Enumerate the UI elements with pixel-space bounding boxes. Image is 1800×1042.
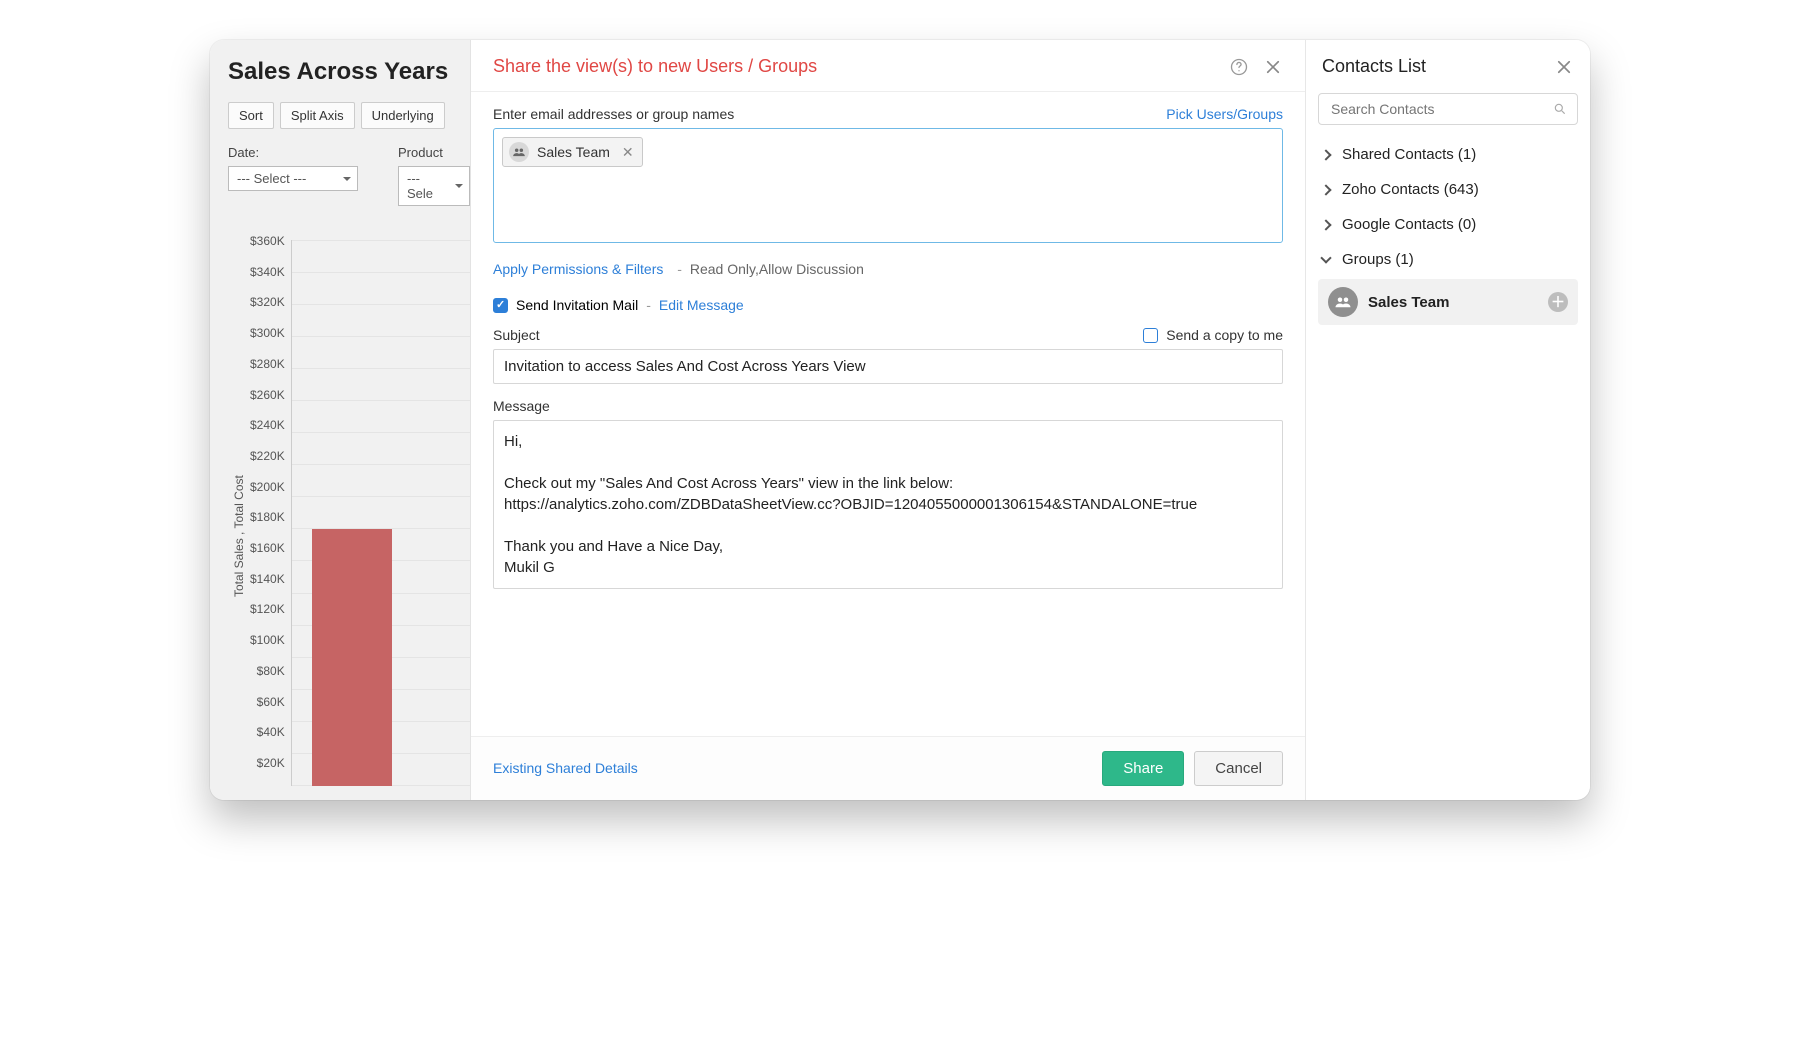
close-icon[interactable] bbox=[1263, 57, 1283, 77]
email-label: Enter email addresses or group names bbox=[493, 106, 734, 122]
chevron-down-icon bbox=[1320, 252, 1331, 263]
ytick: $160K bbox=[250, 533, 291, 563]
ytick: $200K bbox=[250, 472, 291, 502]
group-name: Sales Team bbox=[1368, 294, 1449, 311]
existing-shared-link[interactable]: Existing Shared Details bbox=[493, 760, 638, 776]
sort-button[interactable]: Sort bbox=[228, 102, 274, 129]
recipients-input[interactable]: Sales Team ✕ bbox=[493, 128, 1283, 243]
filter-date-select[interactable]: --- Select --- bbox=[228, 166, 358, 191]
share-header: Share the view(s) to new Users / Groups bbox=[471, 40, 1305, 92]
chart-plot: Total Sales , Total Cost $360K $340K $32… bbox=[228, 226, 470, 786]
permissions-summary: Read Only,Allow Discussion bbox=[690, 261, 864, 277]
plot-area bbox=[291, 240, 470, 786]
ytick: $220K bbox=[250, 441, 291, 471]
send-invitation-row: Send Invitation Mail - Edit Message bbox=[493, 297, 1283, 313]
split-axis-button[interactable]: Split Axis bbox=[280, 102, 355, 129]
ytick: $120K bbox=[250, 594, 291, 624]
chevron-right-icon bbox=[1320, 149, 1331, 160]
search-icon bbox=[1553, 102, 1567, 116]
ytick: $280K bbox=[250, 349, 291, 379]
help-icon[interactable] bbox=[1229, 57, 1249, 77]
chart-yaxis: $360K $340K $320K $300K $280K $260K $240… bbox=[250, 226, 291, 786]
share-button[interactable]: Share bbox=[1102, 751, 1184, 786]
contacts-header: Contacts List bbox=[1306, 40, 1590, 89]
underlying-button[interactable]: Underlying bbox=[361, 102, 445, 129]
ytick: $180K bbox=[250, 502, 291, 532]
send-copy-row: Send a copy to me bbox=[1143, 327, 1283, 343]
subject-label: Subject bbox=[493, 327, 540, 343]
ytick: $340K bbox=[250, 257, 291, 287]
filter-label: Product bbox=[398, 145, 470, 160]
ytick: $240K bbox=[250, 410, 291, 440]
share-title: Share the view(s) to new Users / Groups bbox=[493, 56, 817, 77]
recipient-chip: Sales Team ✕ bbox=[502, 137, 643, 167]
chip-remove-icon[interactable]: ✕ bbox=[618, 144, 634, 161]
chart-bar bbox=[312, 529, 392, 786]
apply-permissions-link[interactable]: Apply Permissions & Filters bbox=[493, 261, 663, 277]
contacts-close-icon[interactable] bbox=[1554, 57, 1574, 77]
contacts-section-zoho[interactable]: Zoho Contacts (643) bbox=[1314, 172, 1582, 207]
ytick: $80K bbox=[250, 656, 291, 686]
filter-label: Date: bbox=[228, 145, 358, 160]
contacts-group-item[interactable]: Sales Team ＋ bbox=[1318, 279, 1578, 325]
chevron-right-icon bbox=[1320, 219, 1331, 230]
contacts-title: Contacts List bbox=[1322, 56, 1426, 77]
chip-label: Sales Team bbox=[537, 144, 610, 160]
ytick: $360K bbox=[250, 226, 291, 256]
chart-toolbar: Sort Split Axis Underlying bbox=[228, 102, 470, 129]
ytick: $100K bbox=[250, 625, 291, 655]
group-icon bbox=[509, 142, 529, 162]
group-avatar-icon bbox=[1328, 287, 1358, 317]
filter-product: Product --- Sele bbox=[398, 145, 470, 206]
send-invitation-checkbox[interactable] bbox=[493, 298, 508, 313]
cancel-button[interactable]: Cancel bbox=[1194, 751, 1283, 786]
contacts-section-google[interactable]: Google Contacts (0) bbox=[1314, 207, 1582, 242]
ytick: $300K bbox=[250, 318, 291, 348]
chart-ylabel: Total Sales , Total Cost bbox=[228, 226, 250, 786]
section-label: Shared Contacts (1) bbox=[1342, 146, 1476, 163]
ytick: $40K bbox=[250, 717, 291, 747]
app-window: Sales Across Years Sort Split Axis Under… bbox=[210, 40, 1590, 800]
section-label: Groups (1) bbox=[1342, 251, 1414, 268]
ytick: $320K bbox=[250, 287, 291, 317]
message-textarea[interactable]: Hi, Check out my "Sales And Cost Across … bbox=[493, 420, 1283, 589]
ytick: $20K bbox=[250, 748, 291, 778]
share-footer: Existing Shared Details Share Cancel bbox=[471, 736, 1305, 800]
section-label: Google Contacts (0) bbox=[1342, 216, 1476, 233]
contacts-list: Shared Contacts (1) Zoho Contacts (643) … bbox=[1306, 135, 1590, 327]
ytick: $260K bbox=[250, 380, 291, 410]
send-invitation-label: Send Invitation Mail bbox=[516, 297, 638, 313]
add-group-icon[interactable]: ＋ bbox=[1548, 292, 1568, 312]
subject-input[interactable] bbox=[493, 349, 1283, 384]
edit-message-link[interactable]: Edit Message bbox=[659, 297, 744, 313]
contacts-section-shared[interactable]: Shared Contacts (1) bbox=[1314, 137, 1582, 172]
pick-users-link[interactable]: Pick Users/Groups bbox=[1166, 106, 1283, 122]
section-label: Zoho Contacts (643) bbox=[1342, 181, 1479, 198]
chart-filters: Date: --- Select --- Product --- Sele bbox=[228, 145, 470, 206]
send-copy-checkbox[interactable] bbox=[1143, 328, 1158, 343]
permissions-line: Apply Permissions & Filters - Read Only,… bbox=[493, 261, 1283, 277]
ytick: $60K bbox=[250, 687, 291, 717]
contacts-section-groups[interactable]: Groups (1) bbox=[1314, 242, 1582, 277]
send-copy-label: Send a copy to me bbox=[1166, 327, 1283, 343]
ytick: $140K bbox=[250, 564, 291, 594]
chart-title: Sales Across Years bbox=[228, 58, 470, 86]
filter-date: Date: --- Select --- bbox=[228, 145, 358, 206]
contacts-search[interactable] bbox=[1318, 93, 1578, 125]
share-panel: Share the view(s) to new Users / Groups … bbox=[470, 40, 1305, 800]
chevron-right-icon bbox=[1320, 184, 1331, 195]
message-label: Message bbox=[493, 398, 1283, 414]
contacts-panel: Contacts List Shared Contacts (1) Zoho C… bbox=[1305, 40, 1590, 800]
filter-product-select[interactable]: --- Sele bbox=[398, 166, 470, 206]
chart-background: Sales Across Years Sort Split Axis Under… bbox=[210, 40, 470, 800]
contacts-search-input[interactable] bbox=[1329, 100, 1553, 118]
share-body: Enter email addresses or group names Pic… bbox=[471, 92, 1305, 736]
